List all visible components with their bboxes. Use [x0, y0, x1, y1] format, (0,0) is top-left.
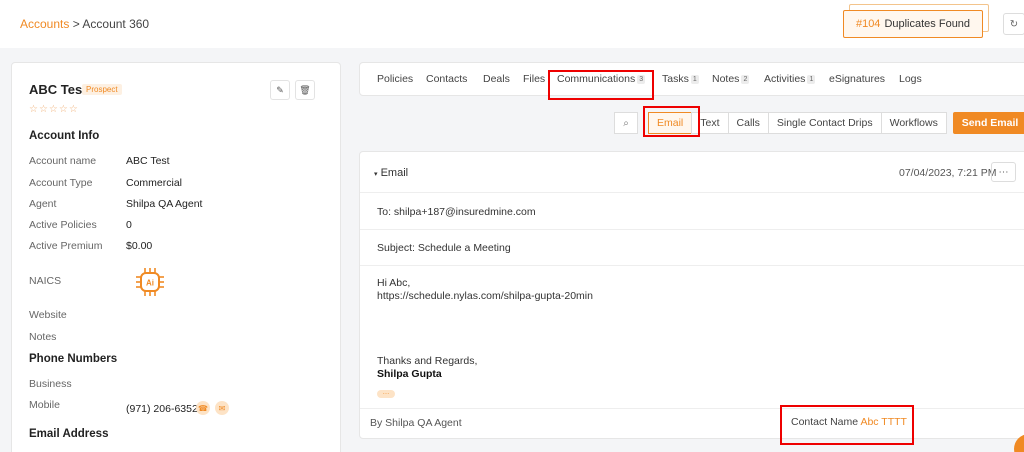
tab-deals[interactable]: Deals	[483, 73, 510, 85]
highlight-communications-tab	[548, 70, 654, 100]
field-value-active-policies: 0	[126, 219, 132, 231]
duplicates-found-button[interactable]: #104 Duplicates Found	[843, 10, 983, 38]
field-label-naics: NAICS	[29, 275, 62, 287]
tab-label: Activities	[764, 73, 806, 85]
field-label-active-premium: Active Premium	[29, 240, 103, 252]
tab-label: Tasks	[662, 73, 689, 85]
field-label-website: Website	[29, 309, 67, 321]
breadcrumb-separator: >	[72, 17, 80, 31]
tab-label: Notes	[712, 73, 740, 85]
field-value-active-premium: $0.00	[126, 240, 153, 252]
highlight-email-subtab	[643, 106, 700, 137]
email-scheduling-link[interactable]: https://schedule.nylas.com/shilpa-gupta-…	[377, 290, 593, 302]
tab-count-badge: 1	[690, 74, 699, 84]
email-sent-by: By Shilpa QA Agent	[370, 417, 462, 429]
subtab-calls[interactable]: Calls	[727, 112, 769, 134]
send-email-button[interactable]: Send Email	[953, 112, 1024, 134]
account-info-heading: Account Info	[29, 130, 100, 142]
tab-logs[interactable]: Logs	[899, 73, 922, 85]
field-label-business-phone: Business	[29, 378, 72, 390]
search-icon[interactable]: ⌕	[614, 112, 638, 134]
duplicates-found-group: #104 Duplicates Found	[843, 4, 989, 38]
account-details-panel: ABC Test Prospect ☆☆☆☆☆ ✎ 🗑 Account Info…	[11, 62, 341, 452]
account-name-title: ABC Test	[29, 82, 87, 97]
field-label-account-name: Account name	[29, 155, 97, 167]
field-value-agent: Shilpa QA Agent	[126, 198, 203, 210]
tab-label: Deals	[483, 73, 510, 85]
highlight-contact-name	[780, 405, 914, 445]
delete-icon[interactable]: 🗑	[295, 80, 315, 100]
refresh-icon[interactable]: ↻	[1003, 13, 1024, 35]
show-more-ellipsis-icon[interactable]: …	[377, 389, 395, 398]
email-section-toggle[interactable]: ▾ Email	[374, 167, 408, 179]
breadcrumb-current: Account 360	[82, 17, 150, 31]
field-value-account-type: Commercial	[126, 177, 183, 189]
more-options-icon[interactable]: ⋯	[991, 162, 1016, 182]
tab-esignatures[interactable]: eSignatures	[829, 73, 885, 85]
field-value-account-name: ABC Test	[126, 155, 170, 167]
chat-message-icon[interactable]: ✉	[215, 401, 229, 415]
email-greeting: Hi Abc,	[377, 277, 411, 289]
tab-tasks[interactable]: Tasks 1	[662, 73, 699, 85]
email-signature-name: Shilpa Gupta	[377, 368, 442, 380]
field-label-account-type: Account Type	[29, 177, 93, 189]
breadcrumb-accounts-link[interactable]: Accounts	[20, 17, 69, 31]
top-bar: Accounts > Account 360 #104 Duplicates F…	[0, 0, 1024, 48]
duplicates-count: #104	[855, 18, 881, 30]
edit-icon[interactable]: ✎	[270, 80, 290, 100]
tab-label: Policies	[377, 73, 414, 85]
status-badge: Prospect	[82, 84, 122, 95]
rating-stars[interactable]: ☆☆☆☆☆	[29, 104, 79, 115]
email-address-heading: Email Address	[29, 428, 109, 440]
field-value-mobile-phone: (971) 206-6352	[126, 403, 198, 415]
email-detail-card: ▾ Email 07/04/2023, 7:21 PM ⋯ To: shilpa…	[359, 151, 1024, 439]
phone-call-icon[interactable]: ☎	[196, 401, 210, 415]
tab-count-badge: 2	[741, 74, 750, 84]
svg-text:Ai: Ai	[146, 279, 154, 288]
field-label-notes: Notes	[29, 331, 57, 343]
tab-contacts[interactable]: Contacts	[426, 73, 467, 85]
email-section-title: Email	[380, 167, 409, 179]
phone-numbers-heading: Phone Numbers	[29, 353, 118, 365]
tab-policies[interactable]: Policies	[377, 73, 413, 85]
communications-tabs-bar: Policies Contacts Deals Files Communicat…	[359, 62, 1024, 96]
tab-notes[interactable]: Notes 2	[712, 73, 750, 85]
field-label-active-policies: Active Policies	[29, 219, 97, 231]
tab-label: eSignatures	[829, 73, 886, 85]
email-timestamp: 07/04/2023, 7:21 PM	[899, 167, 997, 179]
field-label-agent: Agent	[29, 198, 57, 210]
subtab-workflows[interactable]: Workflows	[880, 112, 947, 134]
breadcrumb: Accounts > Account 360	[20, 17, 149, 31]
tab-activities[interactable]: Activities 1	[764, 73, 816, 85]
email-to-row: To: shilpa+187@insuredmine.com	[360, 193, 1024, 230]
email-subject: Subject: Schedule a Meeting	[377, 242, 511, 254]
tab-label: Files	[523, 73, 546, 85]
tab-files[interactable]: Files	[523, 73, 545, 85]
subtab-single-contact-drips[interactable]: Single Contact Drips	[767, 112, 882, 134]
email-subject-row: Subject: Schedule a Meeting	[360, 230, 1024, 266]
field-label-mobile-phone: Mobile	[29, 399, 60, 411]
tab-count-badge: 1	[807, 74, 816, 84]
duplicates-label: Duplicates Found	[884, 18, 971, 30]
tab-label: Logs	[899, 73, 922, 85]
email-signoff: Thanks and Regards,	[377, 355, 478, 367]
caret-down-icon: ▾	[374, 171, 378, 178]
ai-chip-icon[interactable]: Ai	[134, 266, 166, 298]
email-footer-divider	[360, 408, 1024, 409]
email-recipient: To: shilpa+187@insuredmine.com	[377, 206, 536, 218]
tab-label: Contacts	[426, 73, 468, 85]
email-header-row: ▾ Email 07/04/2023, 7:21 PM ⋯	[360, 152, 1024, 193]
